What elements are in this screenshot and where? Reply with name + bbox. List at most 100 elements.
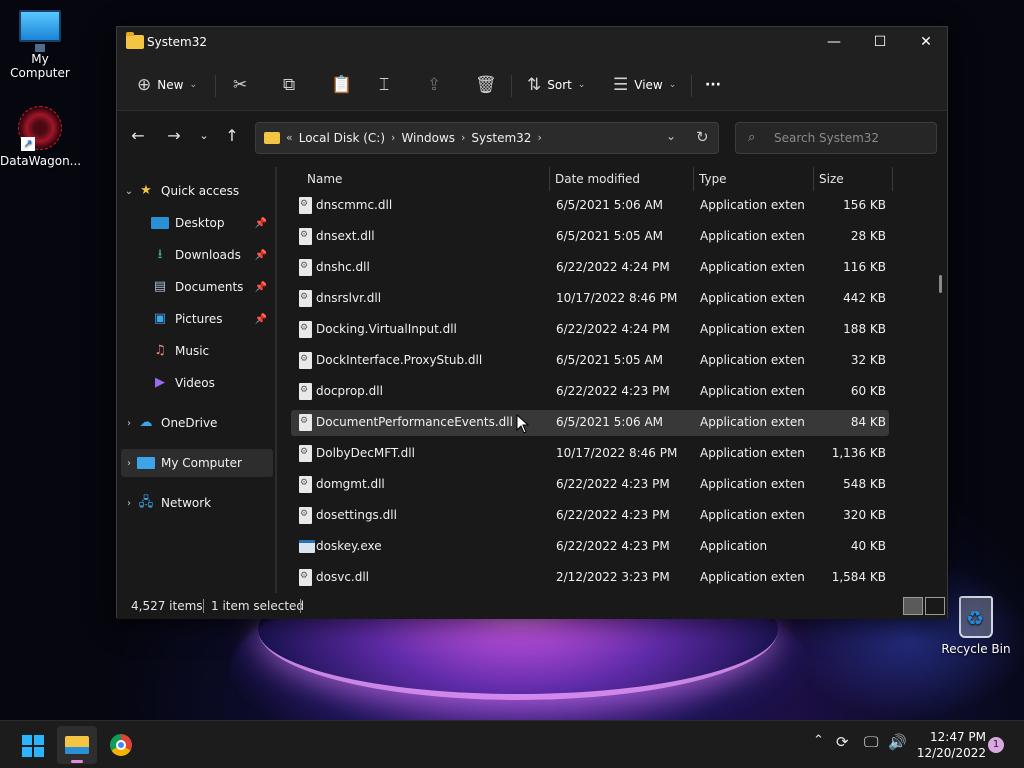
desktop-icon-label: Recycle Bin	[941, 642, 1011, 656]
breadcrumb-separator[interactable]: ›	[391, 131, 395, 145]
sort-button[interactable]: ⇅ Sort ⌄	[527, 71, 585, 99]
network-icon: 🖧	[138, 495, 154, 510]
column-divider[interactable]	[892, 167, 893, 191]
file-name: DolbyDecMFT.dll	[316, 446, 415, 460]
taskbar-chrome[interactable]	[101, 726, 141, 764]
volume-icon[interactable]: 🔊	[888, 733, 907, 751]
table-row[interactable]: DocumentPerformanceEvents.dll 6/5/2021 5:…	[291, 410, 889, 436]
column-header-type[interactable]: Type	[699, 167, 727, 191]
sidebar-item-music[interactable]: ♫ Music	[121, 337, 273, 365]
table-row[interactable]: DockInterface.ProxyStub.dll 6/5/2021 5:05…	[291, 348, 889, 374]
sidebar-item-quick-access[interactable]: ⌄ ★ Quick access	[121, 177, 273, 205]
table-row[interactable]: dnsrslvr.dll 10/17/2022 8:46 PM Applicatio…	[291, 286, 889, 312]
search-box[interactable]: ⌕	[735, 122, 937, 154]
taskbar-file-explorer[interactable]	[57, 726, 97, 764]
table-row[interactable]: domgmt.dll 6/22/2022 4:23 PM Application e…	[291, 472, 889, 498]
breadcrumb-local-disk[interactable]: Local Disk (C:)	[299, 131, 385, 145]
sort-ascending-icon: ^	[421, 167, 429, 171]
recent-locations-button[interactable]: ⌄	[193, 125, 215, 147]
search-input[interactable]	[774, 129, 924, 147]
chevron-right-icon[interactable]: ›	[121, 418, 137, 429]
share-button[interactable]: ⇪	[427, 71, 441, 99]
notification-badge[interactable]: 1	[988, 737, 1004, 753]
sidebar-item-my-computer[interactable]: › My Computer	[121, 449, 273, 477]
new-button[interactable]: ⊕ New ⌄	[137, 71, 197, 99]
column-header-size[interactable]: Size	[819, 167, 844, 191]
show-hidden-icons-button[interactable]: ⌃	[813, 733, 824, 748]
refresh-button[interactable]: ↻	[696, 128, 709, 146]
details-view-button[interactable]	[903, 597, 923, 615]
sidebar-item-onedrive[interactable]: › ☁ OneDrive	[121, 409, 273, 437]
forward-button[interactable]: →	[163, 125, 185, 147]
file-name: dnscmmc.dll	[316, 198, 393, 212]
paste-button[interactable]: 📋	[331, 71, 352, 99]
chevron-down-icon[interactable]: ⌄	[121, 186, 137, 197]
breadcrumb-separator[interactable]: ›	[461, 131, 465, 145]
table-row[interactable]: dnsext.dll 6/5/2021 5:05 AM Application ex…	[291, 224, 889, 250]
column-header-name[interactable]: Name	[307, 167, 342, 191]
large-icons-view-button[interactable]	[925, 597, 945, 615]
breadcrumb-separator[interactable]: ›	[537, 131, 541, 145]
window-title: System32	[147, 35, 208, 49]
column-header-date[interactable]: Date modified	[555, 167, 640, 191]
column-divider[interactable]	[813, 167, 814, 191]
table-row[interactable]: dnscmmc.dll 6/5/2021 5:06 AM Application e…	[291, 193, 889, 219]
more-options-button[interactable]: ···	[705, 71, 721, 99]
pin-icon: 📌	[254, 281, 267, 293]
file-size: 60 KB	[850, 384, 886, 398]
breadcrumb-system32[interactable]: System32	[471, 131, 531, 145]
sidebar-item-desktop[interactable]: Desktop 📌	[121, 209, 273, 237]
table-row[interactable]: dnshc.dll 6/22/2022 4:24 PM Application ex…	[291, 255, 889, 281]
column-divider[interactable]	[549, 167, 550, 191]
table-row[interactable]: Docking.VirtualInput.dll 6/22/2022 4:24 P…	[291, 317, 889, 343]
close-button[interactable]: ✕	[903, 27, 949, 59]
scrollbar-thumb[interactable]	[939, 275, 942, 293]
desktop-icon-recycle-bin[interactable]: Recycle Bin	[936, 596, 1016, 656]
address-dropdown-button[interactable]: ⌄	[666, 129, 676, 143]
address-bar[interactable]: « Local Disk (C:) › Windows › System32 ›…	[255, 122, 719, 154]
chevron-right-icon[interactable]: ›	[121, 498, 137, 509]
sidebar-item-pictures[interactable]: ▣ Pictures 📌	[121, 305, 273, 333]
breadcrumb-windows[interactable]: Windows	[401, 131, 455, 145]
chevron-right-icon[interactable]: ›	[121, 458, 137, 469]
view-button[interactable]: ☰ View ⌄	[613, 71, 676, 99]
share-icon: ⇪	[427, 75, 442, 95]
start-button[interactable]	[12, 726, 52, 764]
delete-button[interactable]: 🗑	[475, 71, 497, 99]
desktop-icon-datawagon[interactable]: ↗ DataWagon...	[0, 106, 81, 168]
active-indicator	[71, 760, 83, 763]
rename-button[interactable]: ⌶	[379, 71, 389, 99]
sync-status-icon[interactable]: ⟳	[836, 733, 849, 751]
sidebar-item-network[interactable]: › 🖧 Network	[121, 489, 273, 517]
navigation-pane: ⌄ ★ Quick access Desktop 📌 ⭳ Downloads 📌…	[117, 167, 277, 593]
sidebar-item-label: Downloads	[175, 248, 241, 262]
table-row[interactable]: dosvc.dll 2/12/2022 3:23 PM Application ex…	[291, 565, 889, 591]
file-size: 1,136 KB	[831, 446, 886, 460]
table-row[interactable]: docprop.dll 6/22/2022 4:23 PM Application …	[291, 379, 889, 405]
title-bar[interactable]: System32 — ☐ ✕	[117, 27, 947, 59]
copy-button[interactable]: ⧉	[283, 71, 295, 99]
chrome-icon	[110, 734, 132, 756]
dll-file-icon	[299, 414, 312, 431]
breadcrumb-overflow[interactable]: «	[286, 131, 293, 145]
refresh-icon: ↻	[696, 128, 709, 146]
column-divider[interactable]	[693, 167, 694, 191]
table-row[interactable]: DolbyDecMFT.dll 10/17/2022 8:46 PM Applica…	[291, 441, 889, 467]
file-date-modified: 10/17/2022 8:46 PM	[556, 291, 678, 305]
maximize-button[interactable]: ☐	[857, 27, 903, 59]
desktop-icon-my-computer[interactable]: My Computer	[0, 10, 80, 80]
back-button[interactable]: ←	[127, 125, 149, 147]
document-icon: ▤	[153, 279, 167, 294]
sidebar-item-label: Network	[161, 496, 212, 510]
network-status-icon[interactable]: 🖵	[864, 733, 878, 751]
clock[interactable]: 12:47 PM 12/20/2022	[912, 729, 986, 761]
sidebar-item-documents[interactable]: ▤ Documents 📌	[121, 273, 273, 301]
up-button[interactable]: ↑	[221, 125, 243, 147]
sidebar-item-downloads[interactable]: ⭳ Downloads 📌	[121, 241, 273, 269]
table-row[interactable]: doskey.exe 6/22/2022 4:23 PM Application 40…	[291, 534, 889, 560]
arrow-up-icon: ↑	[225, 126, 239, 145]
minimize-button[interactable]: —	[811, 27, 857, 59]
sidebar-item-videos[interactable]: ▶ Videos	[121, 369, 273, 397]
cut-button[interactable]: ✂	[233, 71, 247, 99]
table-row[interactable]: dosettings.dll 6/22/2022 4:23 PM Applicati…	[291, 503, 889, 529]
